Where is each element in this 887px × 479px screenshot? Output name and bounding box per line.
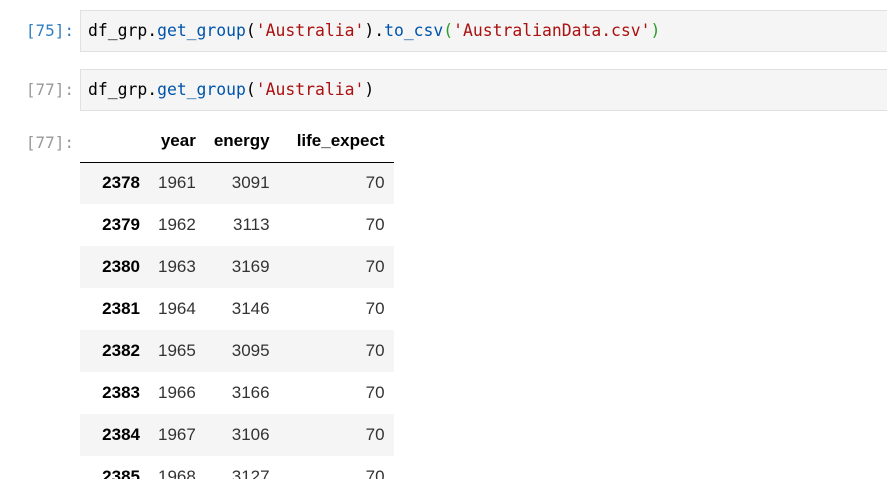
- row-index: 2384: [102, 425, 140, 444]
- cell-life-expect: 70: [365, 173, 385, 193]
- cell-life-expect: 70: [365, 299, 385, 318]
- code-token: ): [650, 21, 661, 40]
- code-line[interactable]: df_grp.get_group('Australia').to_csv('Au…: [88, 21, 660, 41]
- code-cell-75[interactable]: [75]: df_grp.get_group('Australia').to_c…: [0, 10, 887, 53]
- dataframe-table: year energy life_expect 2378 1961 3091 70 23…: [80, 121, 394, 479]
- code-line[interactable]: df_grp.get_group('Australia'): [88, 80, 374, 100]
- cell-year: 1965: [158, 341, 196, 360]
- table-row: 2380 1963 3169 70: [80, 246, 394, 288]
- code-token: 'Australia': [255, 80, 365, 99]
- row-index: 2383: [102, 383, 140, 402]
- cell-year: 1961: [158, 173, 196, 193]
- cell-life-expect: 70: [365, 383, 385, 402]
- cell-energy: 3169: [231, 257, 270, 276]
- row-index: 2385: [102, 467, 140, 479]
- table-body: 2378 1961 3091 70 2379 1962 3113 70 2380 1963 3169…: [80, 162, 394, 479]
- cell-energy: 3106: [231, 425, 270, 444]
- code-token: 'Australia': [255, 21, 365, 40]
- column-header-index: [80, 121, 149, 163]
- cell-year: 1963: [158, 257, 196, 276]
- table-row: 2383 1966 3166 70: [80, 372, 394, 414]
- code-token: df_grp.: [88, 21, 158, 40]
- table-row: 2381 1964 3146 70: [80, 288, 394, 330]
- row-index: 2382: [102, 341, 140, 360]
- code-token: (: [443, 21, 454, 40]
- table-row: 2379 1962 3113 70: [80, 204, 394, 246]
- cell-life-expect: 70: [365, 425, 385, 444]
- output-prompt: [77]:: [25, 133, 74, 152]
- cell-life-expect: 70: [365, 467, 385, 479]
- row-index: 2379: [102, 215, 140, 234]
- cell-prompt: [77]:: [25, 80, 74, 99]
- row-index: 2380: [102, 257, 140, 276]
- cell-energy: 3127: [231, 467, 270, 479]
- table-header: year energy life_expect: [80, 121, 394, 163]
- cell-energy: 3113: [233, 215, 270, 234]
- row-index: 2381: [102, 299, 140, 318]
- cell-year: 1968: [158, 467, 196, 479]
- column-header-year: year: [149, 121, 205, 163]
- code-token: ): [364, 80, 375, 99]
- code-token: get_group: [157, 80, 246, 99]
- cell-life-expect: 70: [365, 341, 385, 360]
- cell-life-expect: 70: [365, 215, 385, 234]
- table-row: 2382 1965 3095 70: [80, 330, 394, 372]
- code-editor[interactable]: df_grp.get_group('Australia'): [80, 69, 887, 111]
- cell-energy: 3091: [231, 173, 270, 193]
- table-row: 2384 1967 3106 70: [80, 414, 394, 456]
- row-index: 2378: [102, 173, 140, 193]
- code-cell-77[interactable]: [77]: df_grp.get_group('Australia'): [0, 69, 887, 112]
- code-token: get_group: [157, 21, 246, 40]
- cell-year: 1967: [158, 425, 196, 444]
- table-header-row: year energy life_expect: [80, 121, 394, 163]
- cell-year: 1962: [158, 215, 196, 234]
- code-token: 'AustralianData.csv': [453, 21, 651, 40]
- column-header-life-expect: life_expect: [278, 121, 394, 163]
- cell-year: 1966: [158, 383, 196, 402]
- cell-energy: 3166: [231, 383, 270, 402]
- code-token: ).: [364, 21, 385, 40]
- cell-energy: 3095: [231, 341, 270, 360]
- cell-prompt: [75]:: [25, 21, 74, 40]
- column-header-energy: energy: [204, 121, 279, 163]
- table-row: 2378 1961 3091 70: [80, 162, 394, 204]
- cell-life-expect: 70: [365, 257, 385, 276]
- code-token: df_grp.: [88, 80, 158, 99]
- cell-year: 1964: [158, 299, 196, 318]
- code-token: (: [245, 80, 256, 99]
- code-token: to_csv: [384, 21, 444, 40]
- code-token: (: [245, 21, 256, 40]
- table-row: 2385 1968 3127 70: [80, 456, 394, 479]
- cell-energy: 3146: [231, 299, 270, 318]
- code-editor[interactable]: df_grp.get_group('Australia').to_csv('Au…: [80, 10, 887, 52]
